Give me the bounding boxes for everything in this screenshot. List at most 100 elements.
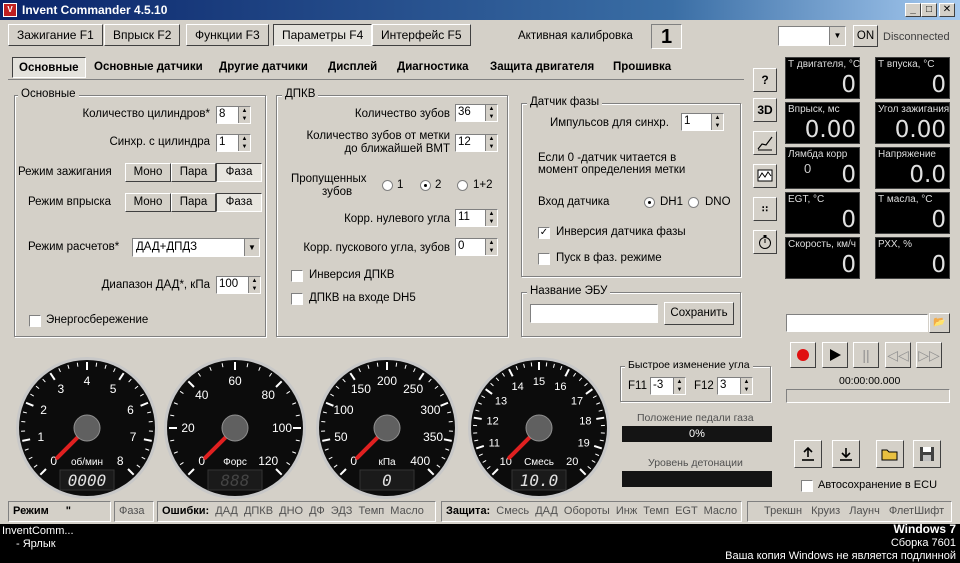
player-seek-bar[interactable] (786, 389, 950, 403)
fast-forward-button[interactable]: ▷▷ (916, 342, 942, 368)
phase-input-dh1-radio[interactable] (644, 197, 655, 208)
phase-start-checkbox[interactable] (538, 253, 550, 265)
pulses-spinner[interactable]: 1 ▲ ▼ (681, 113, 724, 131)
subtab-other-sensors[interactable]: Другие датчики (213, 57, 314, 78)
phase-input-dno-radio[interactable] (688, 197, 699, 208)
f11-spinner[interactable]: -3 ▲ ▼ (650, 377, 686, 395)
phase-start-label: Пуск в фаз. режиме (556, 252, 662, 264)
zero-angle-spinner[interactable]: 11 ▲ ▼ (455, 209, 498, 227)
tab-ignition[interactable]: Зажигание F1 (8, 24, 103, 46)
gauge-tick-label: 17 (571, 395, 583, 407)
record-button[interactable] (790, 342, 816, 368)
minimize-button[interactable]: _ (905, 3, 921, 17)
gauge-label: Смесь (524, 457, 554, 468)
ignition-mode-mono[interactable]: Моно (125, 163, 171, 182)
teeth-tdc-spinner[interactable]: 12 ▲ ▼ (455, 134, 498, 152)
stopwatch-icon[interactable] (753, 230, 777, 254)
gauge-tick-label: 20 (566, 456, 578, 468)
gauge-minor-tick (76, 362, 79, 367)
subtab-basic-sensors[interactable]: Основные датчики (88, 57, 209, 78)
subtab-basic[interactable]: Основные (12, 57, 86, 78)
basic-group-title: Основные (18, 88, 79, 100)
injection-mode-phase[interactable]: Фаза (216, 193, 262, 212)
start-angle-label: Корр. пускового угла, зубов (303, 242, 450, 254)
rewind-button[interactable]: ◁◁ (885, 342, 911, 368)
zero-angle-label: Корр. нулевого угла (344, 213, 450, 225)
ignition-mode-phase[interactable]: Фаза (216, 163, 262, 182)
error-dno: ДНО (279, 505, 304, 517)
status-mode-label: Режим (13, 505, 49, 517)
injection-mode-mono[interactable]: Моно (125, 193, 171, 212)
subtab-display[interactable]: Дисплей (322, 57, 383, 78)
sync-cylinder-spinner[interactable]: 1 ▲ ▼ (216, 134, 251, 152)
missing-teeth-radio-3[interactable] (457, 180, 468, 191)
on-button[interactable]: ON (853, 25, 878, 47)
missing-teeth-option-1: 1 (397, 179, 404, 191)
gauge-tick-label: 12 (486, 416, 498, 428)
download-icon[interactable] (832, 440, 860, 468)
ecu-name-save-button[interactable]: Сохранить (664, 302, 734, 325)
dpkv-dh5-checkbox[interactable] (291, 293, 303, 305)
teeth-spinner[interactable]: 36 ▲ ▼ (455, 104, 498, 122)
invert-dpkv-checkbox[interactable] (291, 270, 303, 282)
gauge-tick-label: 7 (130, 430, 137, 444)
gauge-tick-label: 2 (40, 403, 47, 417)
active-calibration-value: 1 (651, 24, 682, 49)
autosave-checkbox[interactable] (801, 480, 813, 492)
phase-invert-checkbox[interactable]: ✓ (538, 227, 550, 239)
3d-view-icon[interactable]: 3D (753, 98, 777, 122)
port-select[interactable]: ▼ (778, 26, 846, 46)
desktop-shortcut-label-2[interactable]: - Ярлык (16, 538, 56, 550)
save-disk-icon[interactable] (913, 440, 941, 468)
injection-mode-pair[interactable]: Пара (171, 193, 216, 212)
gauge-tick-label: 150 (351, 382, 371, 396)
rpm-gauge: 012345678об/мин0000 (16, 357, 158, 499)
tab-interface[interactable]: Интерфейс F5 (372, 24, 471, 46)
grid-dots-icon[interactable]: ∷ (753, 197, 777, 221)
calc-mode-select[interactable]: ДАД+ДПДЗ ▼ (132, 238, 260, 257)
ecu-name-input[interactable] (530, 304, 658, 323)
cylinders-spinner[interactable]: 8 ▲ ▼ (216, 106, 251, 124)
help-icon[interactable]: ? (753, 68, 777, 92)
missing-teeth-radio-2[interactable] (420, 180, 431, 191)
f12-spinner[interactable]: 3 ▲ ▼ (717, 377, 753, 395)
close-button[interactable]: ✕ (939, 3, 955, 17)
log-file-input[interactable] (786, 314, 928, 332)
tab-injection[interactable]: Впрыск F2 (104, 24, 181, 46)
calc-mode-label: Режим расчетов* (28, 241, 120, 253)
phase-group-title: Датчик фазы (527, 96, 603, 108)
phase-note-1: Если 0 -датчик читается в (538, 152, 677, 164)
tab-functions[interactable]: Функции F3 (186, 24, 269, 46)
oscilloscope-icon[interactable] (753, 164, 777, 188)
browse-folder-icon[interactable]: 📂 (929, 313, 950, 333)
ignition-mode-pair[interactable]: Пара (171, 163, 216, 182)
extra-traction: Трекшн (764, 505, 803, 517)
gauge-tick-label: 350 (423, 430, 443, 444)
missing-teeth-label-1: Пропущенных (291, 173, 367, 185)
phase-invert-label: Инверсия датчика фазы (556, 226, 686, 238)
chart-line-icon[interactable] (753, 131, 777, 155)
title-bar: V Invent Commander 4.5.10 _ □ ✕ (0, 0, 960, 20)
gauge-tick-label: 15 (533, 376, 545, 388)
status-protection: Защита: Смесь ДАД Обороты Инж Темп EGT М… (441, 501, 742, 522)
pedal-label: Положение педали газа (637, 412, 754, 424)
desktop-shortcut-label-1[interactable]: InventComm... (2, 525, 74, 537)
subtab-engine-protection[interactable]: Защита двигателя (484, 57, 600, 78)
start-angle-spinner[interactable]: 0 ▲ ▼ (455, 238, 498, 256)
upload-icon[interactable] (794, 440, 822, 468)
open-folder-icon[interactable] (876, 440, 904, 468)
error-map: ДАД (215, 505, 238, 517)
energy-save-checkbox[interactable] (29, 315, 41, 327)
missing-teeth-radio-1[interactable] (382, 180, 393, 191)
map-range-spinner[interactable]: 100 ▲ ▼ (216, 276, 261, 294)
teeth-tdc-label-1: Количество зубов от метки (306, 130, 450, 142)
dash-intake-temp: Т впуска, °С 0 (875, 57, 950, 99)
play-button[interactable] (822, 342, 848, 368)
pause-button[interactable]: || (853, 342, 879, 368)
subtab-diagnostics[interactable]: Диагностика (391, 57, 475, 78)
status-errors: Ошибки: ДАД ДПКВ ДНО ДФ ЭДЗ Темп Масло (157, 501, 436, 522)
maximize-button[interactable]: □ (921, 3, 937, 17)
tab-parameters[interactable]: Параметры F4 (273, 24, 373, 46)
subtab-firmware[interactable]: Прошивка (607, 57, 677, 78)
knock-bar (622, 471, 772, 487)
